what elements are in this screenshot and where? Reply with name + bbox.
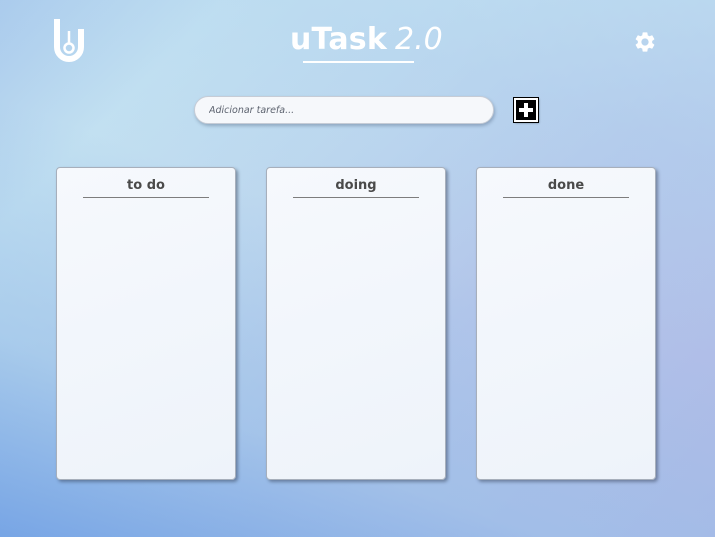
column-divider <box>293 197 419 198</box>
column-divider <box>83 197 209 198</box>
app-title: uTask 2.0 <box>290 20 443 60</box>
column-todo[interactable]: to do <box>56 167 236 480</box>
app-title-brand: uTask <box>290 22 388 57</box>
add-task-button[interactable] <box>513 97 539 123</box>
gear-icon <box>635 32 655 52</box>
column-doing[interactable]: doing <box>266 167 446 480</box>
column-title-todo: to do <box>127 178 165 193</box>
column-done[interactable]: done <box>476 167 656 480</box>
settings-button[interactable] <box>633 30 657 54</box>
task-input[interactable] <box>194 96 494 124</box>
plus-icon <box>519 103 533 117</box>
title-underline <box>303 61 414 63</box>
column-divider <box>503 197 629 198</box>
app-title-version: 2.0 <box>395 22 443 57</box>
column-title-done: done <box>547 178 585 193</box>
column-title-doing: doing <box>335 178 377 193</box>
utask-logo <box>53 17 85 67</box>
utask-logo-icon <box>54 19 84 62</box>
